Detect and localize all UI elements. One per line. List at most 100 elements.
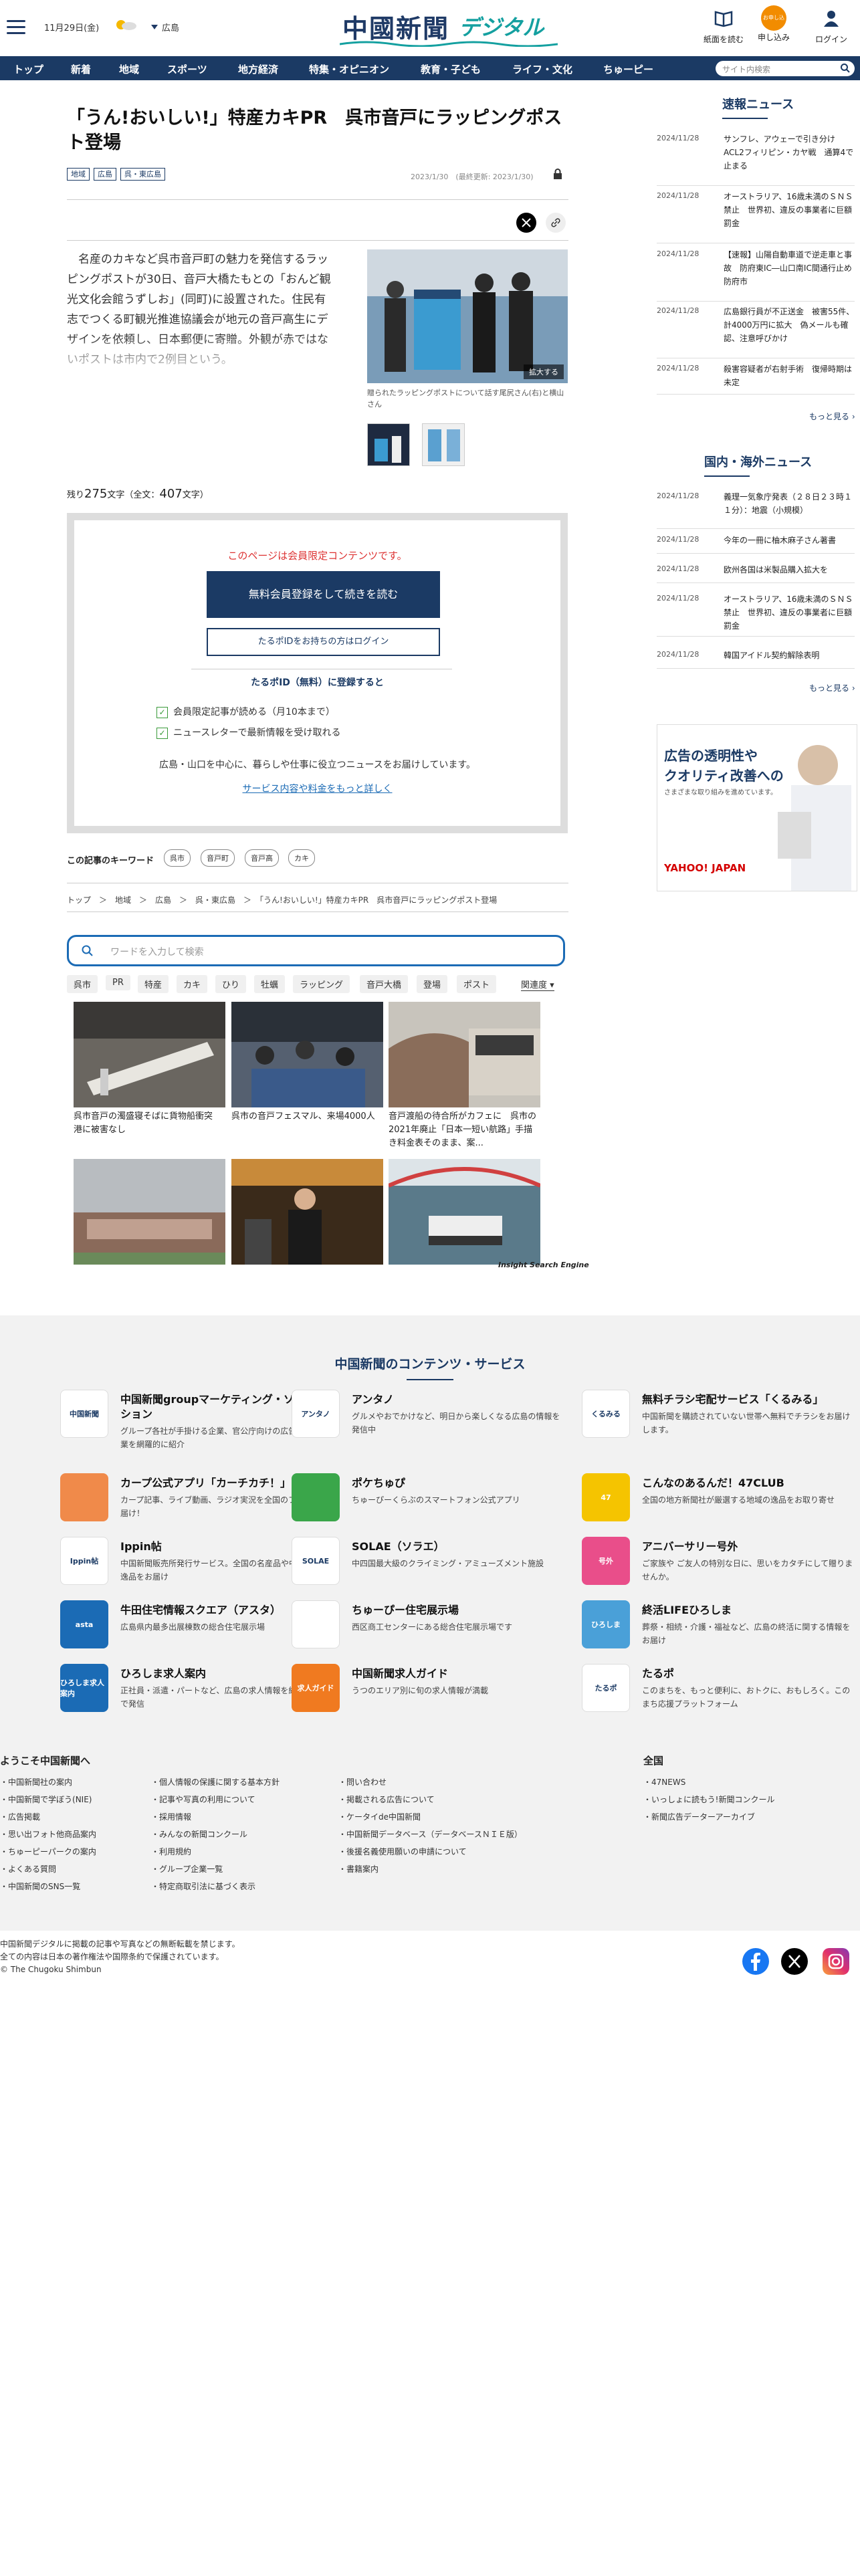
search-keyword[interactable]: カキ — [177, 975, 208, 993]
footer-link[interactable]: みんなの新聞コンクール — [151, 1826, 280, 1843]
nav-item-region[interactable]: 地域 — [119, 62, 139, 76]
news-item[interactable]: 2024/11/28 今年の一冊に柚木麻子さん著書 — [657, 534, 855, 554]
news-item[interactable]: 2024/11/28 殺害容疑者が右射手術 復帰時期は未定 — [657, 362, 855, 395]
enlarge-label[interactable]: 拡大する — [524, 364, 564, 379]
footer-link[interactable]: 中国新聞のSNS一覧 — [0, 1878, 96, 1895]
more-link[interactable]: もっと見る › — [809, 682, 855, 693]
footer-link[interactable]: 広告掲載 — [0, 1808, 96, 1826]
news-item[interactable]: 2024/11/28 オーストラリア、16歳未満のＳＮＳ禁止 世界初、違反の事業者… — [657, 593, 855, 637]
footer-link[interactable]: 中国新聞社の案内 — [0, 1774, 96, 1791]
result-caption[interactable]: 呉市の音戸フェスマル、来場4000人 — [231, 1110, 383, 1123]
tag-chiiki[interactable]: 地域 — [67, 168, 90, 181]
svc-tarupo-card[interactable]: たるポ たるポ このまちを、もっと便利に、おトクに、おもしろく。このまち応援プラット… — [582, 1664, 850, 1717]
keyword-chip[interactable]: 呉市 — [164, 849, 191, 867]
news-item[interactable]: 2024/11/28 サンフレ、アウェーで引き分け ACL2フィリピン・カヤ戦 通… — [657, 132, 855, 186]
footer-link[interactable]: 中国新聞データベース（データベースＮＩＥ版） — [338, 1826, 522, 1843]
subscribe-button[interactable]: お申し込み 申し込み — [750, 5, 797, 46]
svc-anniversary-card[interactable]: 号外 アニバーサリー号外 ご家族や ご友人の特別な日に、思いをカタチにして贈りません… — [582, 1537, 853, 1590]
nav-item-economy[interactable]: 地方経済 — [238, 62, 278, 76]
search-icon[interactable] — [840, 63, 851, 74]
news-item[interactable]: 2024/11/28 オーストラリア、16歳未満のＳＮＳ禁止 世界初、違反の事業者… — [657, 190, 855, 243]
result-caption[interactable]: 音戸渡船の待合所がカフェに 呉市の2021年廃止「日本一短い航路」手描き料金表そ… — [389, 1110, 540, 1150]
search-keyword[interactable]: 牡蠣 — [254, 975, 286, 993]
service-details-link[interactable]: サービス内容や料金をもっと詳しく — [74, 782, 560, 795]
footer-link[interactable]: 掲載される広告について — [338, 1791, 522, 1808]
svc-shukatsu-card[interactable]: ひろしま 終活LIFEひろしま 葬祭・相続・介護・福祉など、広島の終活に関する情報を… — [582, 1600, 850, 1654]
newspaper-button[interactable]: 紙面を読む — [700, 8, 747, 45]
result-caption[interactable]: 呉市音戸の濁盛寝そばに貨物船衝突 港に被害なし — [74, 1110, 225, 1137]
site-logo[interactable]: 中國新聞 デジタル — [340, 7, 558, 47]
svc-asta-card[interactable]: asta 牛田住宅情報スクエア（アスタ） 広島県内最多出展棟数の総合住宅展示場 — [60, 1600, 328, 1654]
svc-kurumiru-card[interactable]: くるみる 無料チラシ宅配サービス「くるみる」 中国新聞を購読されていない世帯へ無料で… — [582, 1390, 850, 1443]
register-button[interactable]: 無料会員登録をして続きを読む — [207, 571, 440, 618]
related-search-input[interactable]: ワードを入力して検索 — [67, 935, 565, 966]
nav-item-education[interactable]: 教育・子ども — [421, 62, 481, 76]
result-thumbnail[interactable] — [74, 1159, 225, 1265]
search-keyword[interactable]: ひり — [215, 975, 247, 993]
footer-link[interactable]: 47NEWS — [643, 1774, 774, 1791]
facebook-icon[interactable] — [742, 1948, 769, 1975]
login-button[interactable]: ログイン — [808, 8, 855, 45]
svc-marketing-card[interactable]: 中国新聞 中国新聞groupマーケティング・ソリューション グループ各社が手掛ける企… — [60, 1390, 328, 1449]
login-button-paywall[interactable]: たるポIDをお持ちの方はログイン — [207, 628, 440, 656]
sort-dropdown[interactable]: 関連度 ▾ — [521, 978, 554, 991]
photo-thumbnail-2[interactable] — [422, 423, 465, 466]
footer-link[interactable]: 後援名義使用願いの申請について — [338, 1843, 522, 1860]
svc-solae-card[interactable]: SOLAE SOLAE（ソラエ） 中四国最大級のクライミング・アミューズメント施設 — [292, 1537, 559, 1590]
footer-link[interactable]: 問い合わせ — [338, 1774, 522, 1791]
more-link[interactable]: もっと見る › — [809, 411, 855, 422]
svc-antano-card[interactable]: アンタノ アンタノ グルメやおでかけなど、明日から楽しくなる広島の情報を発信中 — [292, 1390, 560, 1443]
svc-ippin-card[interactable]: Ippin帖 Ippin帖 中国新聞販売所発行サービス。全国の名産品や中国地方の逸品… — [60, 1537, 329, 1590]
svc-chupy-housing-card[interactable]: ちゅーぴー住宅展示場 西区商工センターにある総合住宅展示場です — [292, 1600, 559, 1654]
svc-kyujin-card[interactable]: ひろしま求人案内 ひろしま求人案内 正社員・派遣・パートなど、広島の求人情報を網羅と… — [60, 1664, 330, 1717]
search-keyword[interactable]: 呉市 — [67, 975, 98, 993]
footer-link[interactable]: 特定商取引法に基づく表示 — [151, 1878, 280, 1895]
footer-link[interactable]: 採用情報 — [151, 1808, 280, 1826]
search-keyword[interactable]: 音戸大橋 — [360, 975, 409, 993]
result-thumbnail[interactable] — [389, 1159, 540, 1265]
news-item[interactable]: 2024/11/28 広島銀行員が不正送金 被害55件、計4000万円に拡大 偽メ… — [657, 305, 855, 358]
site-search-input[interactable]: サイト内検索 — [716, 61, 855, 76]
photo-thumbnail-1[interactable] — [367, 423, 410, 466]
news-item[interactable]: 2024/11/28 【速報】山陽自動車道で逆走車と事故 防府東IC―山口南IC間… — [657, 248, 855, 302]
search-keyword[interactable]: PR — [106, 975, 130, 990]
nav-item-life[interactable]: ライフ・文化 — [512, 62, 572, 76]
nav-item-chupy[interactable]: ちゅーピー — [603, 62, 653, 76]
footer-link[interactable]: 記事や写真の利用について — [151, 1791, 280, 1808]
search-keyword[interactable]: ラッピング — [293, 975, 350, 993]
svc-pokechupi-card[interactable]: ポケちゅぴ ちゅーぴーくらぶのスマートフォン公式アプリ — [292, 1473, 559, 1527]
nav-item-opinion[interactable]: 特集・オピニオン — [309, 62, 389, 76]
footer-link[interactable]: いっしょに読もう!新聞コンクール — [643, 1791, 774, 1808]
footer-link[interactable]: 中国新聞で学ぼう(NIE) — [0, 1791, 96, 1808]
link-copy-button[interactable] — [546, 213, 566, 233]
footer-link[interactable]: ちゅーピーパークの案内 — [0, 1843, 96, 1860]
news-item[interactable]: 2024/11/28 義理一気象庁発表（２８日２３時１１分）：地震（小規模） — [657, 490, 855, 529]
footer-link[interactable]: 書籍案内 — [338, 1860, 522, 1878]
svc-47club-card[interactable]: 47 こんなのあるんだ！47CLUB 全国の地方新聞社が厳選する地域の逸品をお取り寄… — [582, 1473, 849, 1527]
location-selector[interactable]: 広島 — [151, 21, 179, 33]
result-thumbnail[interactable] — [389, 1002, 540, 1107]
svc-carp-app-card[interactable]: カープ公式アプリ「カーチカチ！」 カープ記事、ライブ動画、ラジオ実況を全国のファン… — [60, 1473, 328, 1527]
result-thumbnail[interactable] — [74, 1002, 225, 1107]
yahoo-ad-banner[interactable]: 広告の透明性や クオリティ改善への さまざまな取り組みを進めています。 YAHO… — [657, 724, 857, 891]
news-item[interactable]: 2024/11/28 欧州各国は米製品購入拡大を — [657, 563, 855, 583]
keyword-chip[interactable]: 音戸高 — [245, 849, 279, 867]
search-keyword[interactable]: 特産 — [138, 975, 169, 993]
instagram-icon[interactable] — [823, 1948, 849, 1975]
keyword-chip[interactable]: カキ — [288, 849, 315, 867]
tag-kure[interactable]: 呉・東広島 — [120, 168, 165, 181]
footer-link[interactable]: 利用規約 — [151, 1843, 280, 1860]
menu-icon[interactable] — [7, 20, 25, 35]
search-keyword[interactable]: ポスト — [457, 975, 497, 993]
x-share-button[interactable] — [516, 213, 536, 233]
nav-item-new[interactable]: 新着 — [71, 62, 91, 76]
breadcrumb[interactable]: トップ ＞ 地域 ＞ 広島 ＞ 呉・東広島 ＞ 「うん!おいしい!」特産カキPR… — [67, 894, 497, 905]
tag-hiroshima[interactable]: 広島 — [94, 168, 116, 181]
nav-item-sports[interactable]: スポーツ — [167, 62, 207, 76]
result-thumbnail[interactable] — [231, 1002, 383, 1107]
svc-kyujin-guide-card[interactable]: 求人ガイド 中国新聞求人ガイド うつのエリア別に旬の求人情報が満載 — [292, 1664, 559, 1717]
x-social-icon[interactable] — [781, 1948, 808, 1975]
footer-link[interactable]: グループ企業一覧 — [151, 1860, 280, 1878]
footer-link[interactable]: 個人情報の保護に関する基本方針 — [151, 1774, 280, 1791]
nav-item-top[interactable]: トップ — [13, 62, 43, 76]
